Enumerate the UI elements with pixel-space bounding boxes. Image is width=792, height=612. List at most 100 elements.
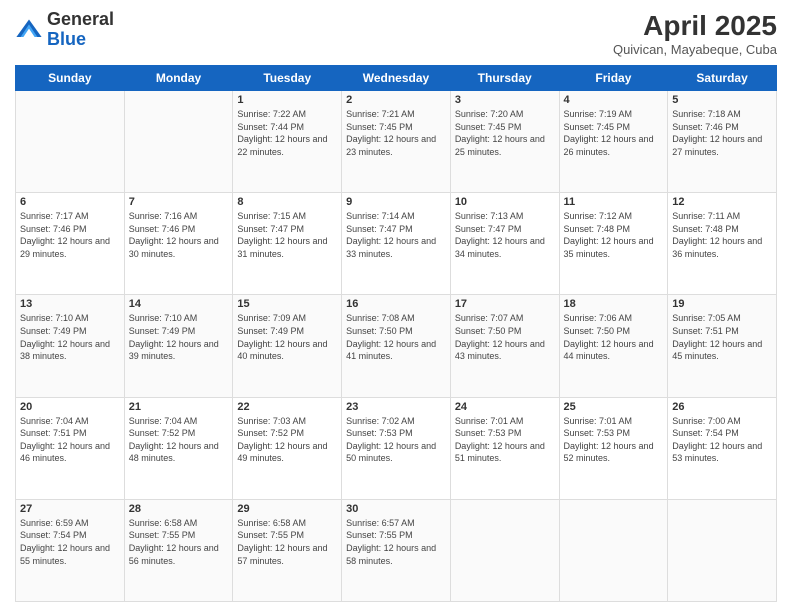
title-block: April 2025 Quivican, Mayabeque, Cuba: [613, 10, 777, 57]
day-info: Sunrise: 7:02 AM Sunset: 7:53 PM Dayligh…: [346, 415, 446, 465]
calendar-header-monday: Monday: [124, 66, 233, 91]
calendar-cell: 2 Sunrise: 7:21 AM Sunset: 7:45 PM Daylig…: [342, 91, 451, 193]
calendar-week-1: 1 Sunrise: 7:22 AM Sunset: 7:44 PM Daylig…: [16, 91, 777, 193]
calendar-cell: 12 Sunrise: 7:11 AM Sunset: 7:48 PM Dayli…: [668, 193, 777, 295]
day-number: 16: [346, 298, 446, 310]
day-number: 4: [564, 94, 664, 106]
day-info: Sunrise: 7:11 AM Sunset: 7:48 PM Dayligh…: [672, 210, 772, 260]
calendar-cell: 22 Sunrise: 7:03 AM Sunset: 7:52 PM Dayli…: [233, 397, 342, 499]
day-number: 15: [237, 298, 337, 310]
calendar-cell: [16, 91, 125, 193]
day-info: Sunrise: 6:58 AM Sunset: 7:55 PM Dayligh…: [237, 517, 337, 567]
day-info: Sunrise: 7:13 AM Sunset: 7:47 PM Dayligh…: [455, 210, 555, 260]
day-info: Sunrise: 7:07 AM Sunset: 7:50 PM Dayligh…: [455, 312, 555, 362]
day-info: Sunrise: 7:03 AM Sunset: 7:52 PM Dayligh…: [237, 415, 337, 465]
calendar-cell: 18 Sunrise: 7:06 AM Sunset: 7:50 PM Dayli…: [559, 295, 668, 397]
day-info: Sunrise: 6:57 AM Sunset: 7:55 PM Dayligh…: [346, 517, 446, 567]
calendar-cell: 9 Sunrise: 7:14 AM Sunset: 7:47 PM Daylig…: [342, 193, 451, 295]
day-number: 28: [129, 503, 229, 515]
day-info: Sunrise: 7:04 AM Sunset: 7:51 PM Dayligh…: [20, 415, 120, 465]
day-number: 8: [237, 196, 337, 208]
day-number: 14: [129, 298, 229, 310]
day-info: Sunrise: 7:06 AM Sunset: 7:50 PM Dayligh…: [564, 312, 664, 362]
day-info: Sunrise: 7:01 AM Sunset: 7:53 PM Dayligh…: [455, 415, 555, 465]
calendar-header-friday: Friday: [559, 66, 668, 91]
day-number: 30: [346, 503, 446, 515]
calendar-cell: 28 Sunrise: 6:58 AM Sunset: 7:55 PM Dayli…: [124, 499, 233, 601]
day-number: 1: [237, 94, 337, 106]
day-number: 29: [237, 503, 337, 515]
page: General Blue April 2025 Quivican, Mayabe…: [0, 0, 792, 612]
calendar-cell: [124, 91, 233, 193]
calendar-cell: 10Sunrise: 7:13 AM Sunset: 7:47 PM Dayli…: [450, 193, 559, 295]
day-info: Sunrise: 6:58 AM Sunset: 7:55 PM Dayligh…: [129, 517, 229, 567]
logo-text: General Blue: [47, 10, 114, 50]
calendar-cell: 21Sunrise: 7:04 AM Sunset: 7:52 PM Dayli…: [124, 397, 233, 499]
day-number: 19: [672, 298, 772, 310]
calendar-week-4: 20 Sunrise: 7:04 AM Sunset: 7:51 PM Dayli…: [16, 397, 777, 499]
day-number: 23: [346, 401, 446, 413]
day-info: Sunrise: 7:14 AM Sunset: 7:47 PM Dayligh…: [346, 210, 446, 260]
calendar-cell: 6 Sunrise: 7:17 AM Sunset: 7:46 PM Daylig…: [16, 193, 125, 295]
logo: General Blue: [15, 10, 114, 50]
title-location: Quivican, Mayabeque, Cuba: [613, 42, 777, 57]
calendar-cell: 25Sunrise: 7:01 AM Sunset: 7:53 PM Dayli…: [559, 397, 668, 499]
calendar-header-row: SundayMondayTuesdayWednesdayThursdayFrid…: [16, 66, 777, 91]
calendar-cell: 5 Sunrise: 7:18 AM Sunset: 7:46 PM Daylig…: [668, 91, 777, 193]
calendar-cell: 26 Sunrise: 7:00 AM Sunset: 7:54 PM Dayli…: [668, 397, 777, 499]
calendar-cell: 20 Sunrise: 7:04 AM Sunset: 7:51 PM Dayli…: [16, 397, 125, 499]
title-month: April 2025: [613, 10, 777, 42]
calendar-cell: 30 Sunrise: 6:57 AM Sunset: 7:55 PM Dayli…: [342, 499, 451, 601]
logo-icon: [15, 16, 43, 44]
day-number: 5: [672, 94, 772, 106]
day-number: 21: [129, 401, 229, 413]
calendar-header-saturday: Saturday: [668, 66, 777, 91]
day-info: Sunrise: 7:15 AM Sunset: 7:47 PM Dayligh…: [237, 210, 337, 260]
calendar-cell: 4 Sunrise: 7:19 AM Sunset: 7:45 PM Daylig…: [559, 91, 668, 193]
calendar-cell: [668, 499, 777, 601]
day-info: Sunrise: 7:17 AM Sunset: 7:46 PM Dayligh…: [20, 210, 120, 260]
day-number: 6: [20, 196, 120, 208]
day-info: Sunrise: 7:19 AM Sunset: 7:45 PM Dayligh…: [564, 108, 664, 158]
logo-general: General: [47, 9, 114, 29]
calendar-cell: 15 Sunrise: 7:09 AM Sunset: 7:49 PM Dayli…: [233, 295, 342, 397]
day-info: Sunrise: 7:21 AM Sunset: 7:45 PM Dayligh…: [346, 108, 446, 158]
day-number: 17: [455, 298, 555, 310]
day-info: Sunrise: 7:01 AM Sunset: 7:53 PM Dayligh…: [564, 415, 664, 465]
calendar-table: SundayMondayTuesdayWednesdayThursdayFrid…: [15, 65, 777, 602]
calendar-cell: 8 Sunrise: 7:15 AM Sunset: 7:47 PM Daylig…: [233, 193, 342, 295]
calendar-cell: 14Sunrise: 7:10 AM Sunset: 7:49 PM Dayli…: [124, 295, 233, 397]
day-number: 26: [672, 401, 772, 413]
day-number: 11: [564, 196, 664, 208]
day-number: 22: [237, 401, 337, 413]
day-info: Sunrise: 6:59 AM Sunset: 7:54 PM Dayligh…: [20, 517, 120, 567]
calendar-cell: 16 Sunrise: 7:08 AM Sunset: 7:50 PM Dayli…: [342, 295, 451, 397]
calendar-cell: 19 Sunrise: 7:05 AM Sunset: 7:51 PM Dayli…: [668, 295, 777, 397]
day-info: Sunrise: 7:18 AM Sunset: 7:46 PM Dayligh…: [672, 108, 772, 158]
day-info: Sunrise: 7:22 AM Sunset: 7:44 PM Dayligh…: [237, 108, 337, 158]
day-number: 12: [672, 196, 772, 208]
calendar-cell: 24Sunrise: 7:01 AM Sunset: 7:53 PM Dayli…: [450, 397, 559, 499]
day-number: 7: [129, 196, 229, 208]
day-number: 13: [20, 298, 120, 310]
day-info: Sunrise: 7:12 AM Sunset: 7:48 PM Dayligh…: [564, 210, 664, 260]
calendar-header-tuesday: Tuesday: [233, 66, 342, 91]
calendar-cell: 1 Sunrise: 7:22 AM Sunset: 7:44 PM Daylig…: [233, 91, 342, 193]
day-number: 2: [346, 94, 446, 106]
calendar-cell: 11 Sunrise: 7:12 AM Sunset: 7:48 PM Dayli…: [559, 193, 668, 295]
day-info: Sunrise: 7:16 AM Sunset: 7:46 PM Dayligh…: [129, 210, 229, 260]
day-info: Sunrise: 7:20 AM Sunset: 7:45 PM Dayligh…: [455, 108, 555, 158]
day-number: 18: [564, 298, 664, 310]
day-info: Sunrise: 7:00 AM Sunset: 7:54 PM Dayligh…: [672, 415, 772, 465]
day-number: 9: [346, 196, 446, 208]
day-info: Sunrise: 7:05 AM Sunset: 7:51 PM Dayligh…: [672, 312, 772, 362]
day-info: Sunrise: 7:08 AM Sunset: 7:50 PM Dayligh…: [346, 312, 446, 362]
calendar-cell: [450, 499, 559, 601]
calendar-cell: 23 Sunrise: 7:02 AM Sunset: 7:53 PM Dayli…: [342, 397, 451, 499]
day-number: 27: [20, 503, 120, 515]
calendar-week-3: 13Sunrise: 7:10 AM Sunset: 7:49 PM Dayli…: [16, 295, 777, 397]
calendar-cell: 13Sunrise: 7:10 AM Sunset: 7:49 PM Dayli…: [16, 295, 125, 397]
day-info: Sunrise: 7:09 AM Sunset: 7:49 PM Dayligh…: [237, 312, 337, 362]
calendar-cell: 17 Sunrise: 7:07 AM Sunset: 7:50 PM Dayli…: [450, 295, 559, 397]
day-number: 20: [20, 401, 120, 413]
